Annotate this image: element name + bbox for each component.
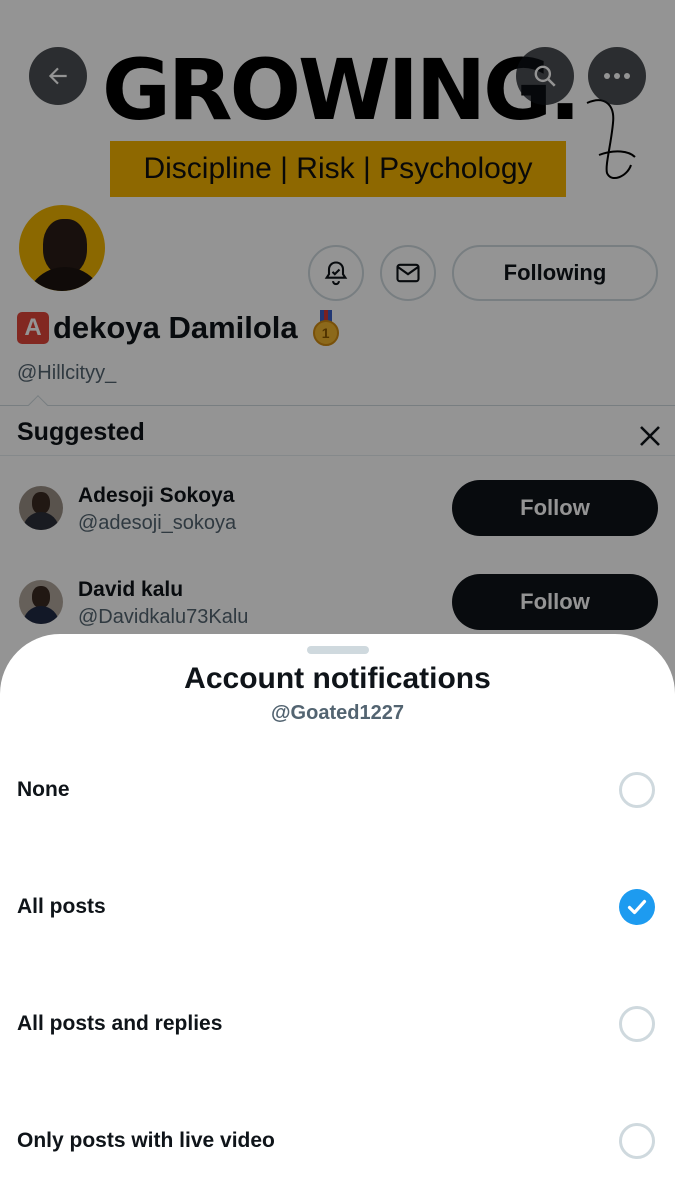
option-none[interactable]: None: [0, 750, 675, 830]
option-only-live-video[interactable]: Only posts with live video: [0, 1101, 675, 1181]
radio-button[interactable]: [619, 772, 655, 808]
account-notifications-sheet: Account notifications @Goated1227 None A…: [0, 634, 675, 1200]
sheet-title: Account notifications: [184, 662, 491, 695]
radio-button[interactable]: [619, 1006, 655, 1042]
sheet-subtitle: @Goated1227: [271, 702, 404, 724]
option-label: Only posts with live video: [17, 1129, 275, 1152]
option-all-posts-and-replies[interactable]: All posts and replies: [0, 984, 675, 1064]
radio-button[interactable]: [619, 1123, 655, 1159]
option-label: All posts: [17, 895, 106, 918]
checkmark-icon: [627, 899, 647, 915]
option-label: None: [17, 778, 70, 801]
radio-button[interactable]: [619, 889, 655, 925]
option-label: All posts and replies: [17, 1012, 223, 1035]
sheet-grabber[interactable]: [307, 646, 369, 654]
option-all-posts[interactable]: All posts: [0, 867, 675, 947]
